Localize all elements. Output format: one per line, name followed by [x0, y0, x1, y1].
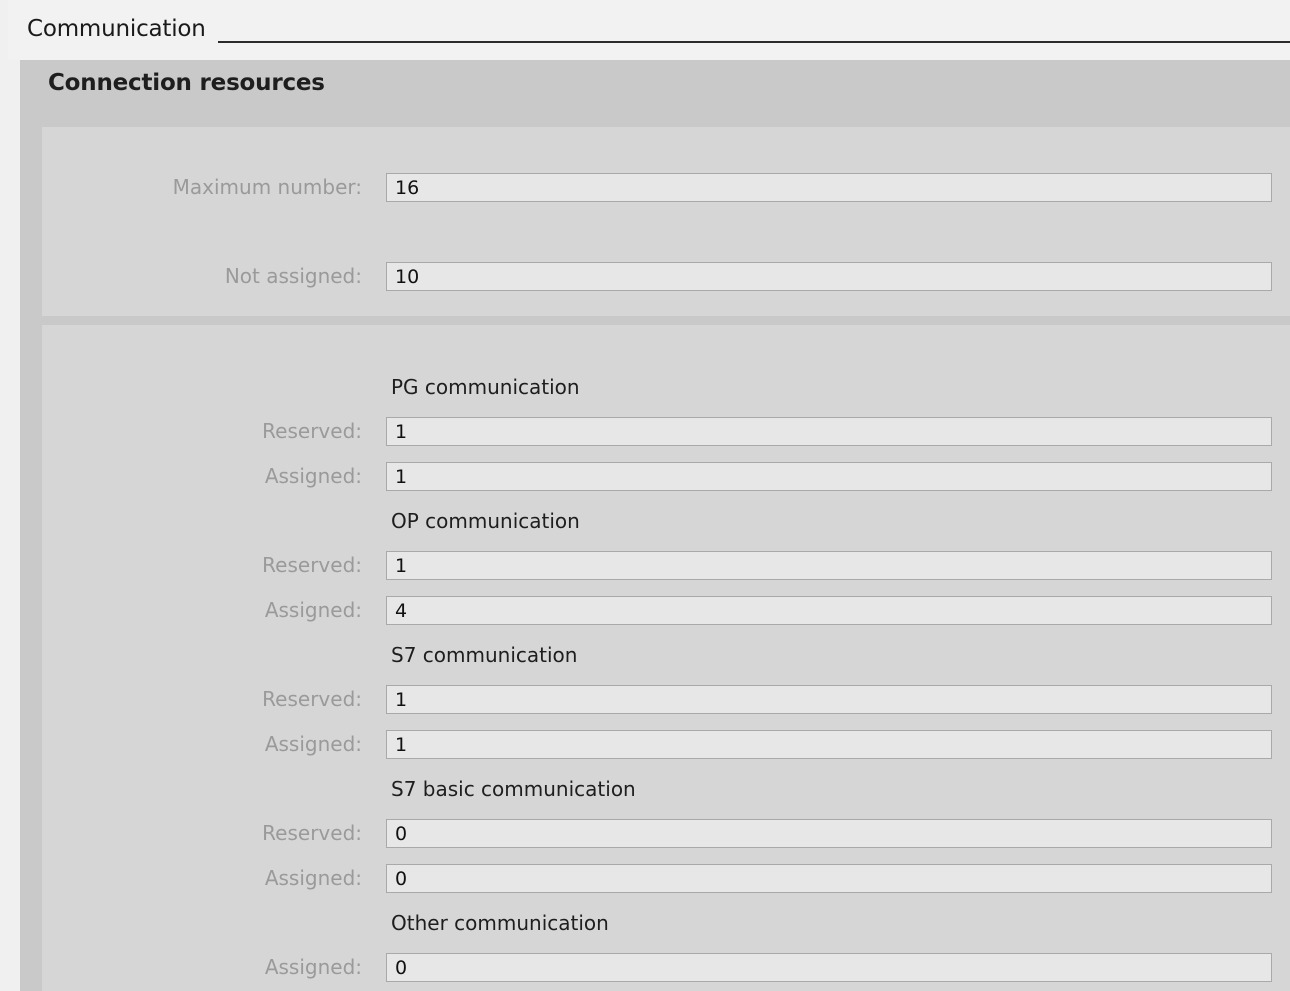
- s7-basic-reserved-label: Reserved:: [262, 821, 362, 845]
- pg-communication-heading: PG communication: [391, 375, 580, 399]
- op-reserved-field[interactable]: [386, 551, 1272, 580]
- s7-reserved-label: Reserved:: [262, 687, 362, 711]
- s7-basic-communication-heading: S7 basic communication: [391, 777, 636, 801]
- other-communication-heading: Other communication: [391, 911, 609, 935]
- s7-reserved-field[interactable]: [386, 685, 1272, 714]
- pg-reserved-field[interactable]: [386, 417, 1272, 446]
- s7-communication-heading: S7 communication: [391, 643, 578, 667]
- header-divider: [218, 41, 1290, 43]
- pg-reserved-label: Reserved:: [262, 419, 362, 443]
- op-assigned-field[interactable]: [386, 596, 1272, 625]
- pg-assigned-label: Assigned:: [264, 464, 362, 488]
- communication-properties-page: Communication Connection resources Maxim…: [0, 0, 1290, 991]
- op-reserved-label: Reserved:: [262, 553, 362, 577]
- other-assigned-field[interactable]: [386, 953, 1272, 982]
- s7-basic-assigned-field[interactable]: [386, 864, 1272, 893]
- op-communication-heading: OP communication: [391, 509, 580, 533]
- communication-header: Communication: [8, 0, 1290, 60]
- pg-assigned-field[interactable]: [386, 462, 1272, 491]
- communication-types-group: PG communication Reserved: Assigned: OP …: [42, 325, 1290, 991]
- section-title: Connection resources: [48, 70, 325, 96]
- s7-assigned-field[interactable]: [386, 730, 1272, 759]
- s7-basic-reserved-field[interactable]: [386, 819, 1272, 848]
- communication-title: Communication: [27, 16, 206, 42]
- s7-assigned-label: Assigned:: [264, 732, 362, 756]
- not-assigned-field[interactable]: [386, 262, 1272, 291]
- not-assigned-label: Not assigned:: [224, 264, 362, 288]
- maximum-number-label: Maximum number:: [172, 175, 362, 199]
- resource-summary-group: Maximum number: Not assigned:: [42, 127, 1290, 316]
- maximum-number-field[interactable]: [386, 173, 1272, 202]
- op-assigned-label: Assigned:: [264, 598, 362, 622]
- connection-resources-section: Connection resources Maximum number: Not…: [20, 60, 1290, 991]
- other-assigned-label: Assigned:: [264, 955, 362, 979]
- s7-basic-assigned-label: Assigned:: [264, 866, 362, 890]
